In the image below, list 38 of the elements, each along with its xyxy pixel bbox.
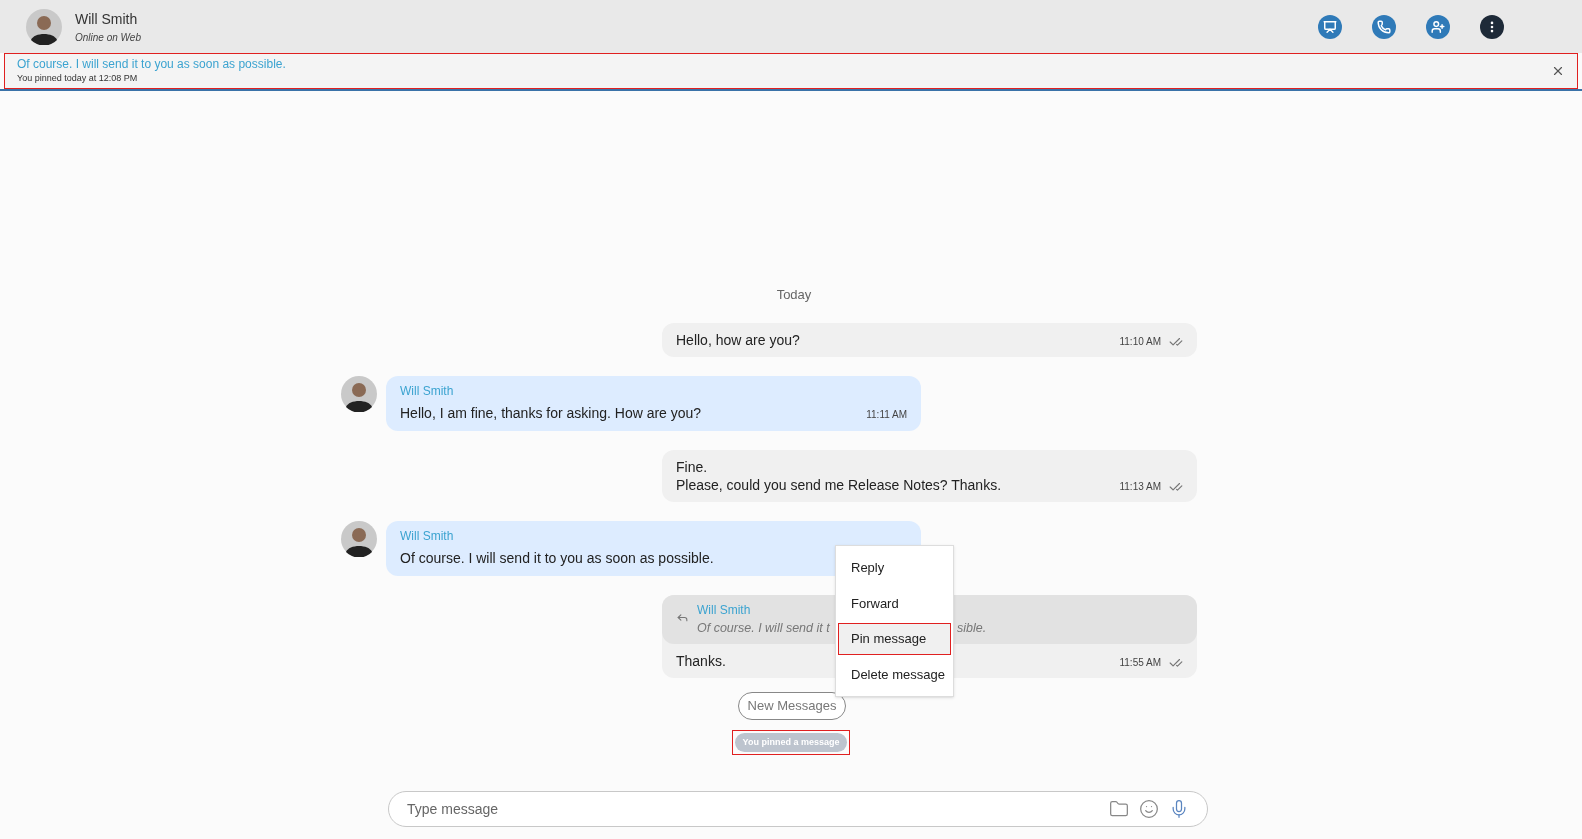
new-messages-button[interactable]: New Messages xyxy=(737,692,847,720)
message-text: Thanks. xyxy=(676,652,726,670)
more-icon[interactable] xyxy=(1480,14,1504,39)
message-input[interactable]: Type message xyxy=(388,791,1208,827)
message-text: Please, could you send me Release Notes? Thanks. xyxy=(676,476,1002,495)
quoted-text: Of course. I will send it t xyxy=(697,620,831,638)
menu-item[interactable]: Reply xyxy=(838,552,951,584)
sender-name: Will Smith xyxy=(400,528,455,546)
close-icon[interactable] xyxy=(1551,64,1565,78)
avatar xyxy=(341,376,377,413)
menu-item[interactable]: Pin message xyxy=(838,623,951,655)
quoted-sender: Will Smith xyxy=(697,602,751,620)
message-field[interactable]: Type message xyxy=(407,798,1109,820)
contact-status: Online on Web xyxy=(75,30,141,45)
smile-icon[interactable] xyxy=(1139,799,1159,819)
message-text: Hello, how are you? xyxy=(676,331,800,350)
avatar xyxy=(26,8,62,45)
message-text: Fine. xyxy=(676,458,709,477)
add-user-icon[interactable] xyxy=(1426,14,1450,39)
message-time: 11:11 AM xyxy=(866,408,907,423)
quoted-text: sible. xyxy=(957,620,987,638)
pinned-text: Of course. I will send it to you as soon as possible. xyxy=(17,57,286,72)
date-separator: Today xyxy=(776,285,812,304)
menu-item[interactable]: Forward xyxy=(838,587,951,620)
sender-name: Will Smith xyxy=(400,383,455,401)
system-notice: You pinned a message xyxy=(734,732,848,752)
message-text: Hello, I am fine, thanks for asking. How are you? xyxy=(400,404,702,423)
folder-icon[interactable] xyxy=(1109,799,1129,819)
menu-item[interactable]: Delete message xyxy=(838,658,951,691)
avatar xyxy=(341,521,377,558)
contact-name: Will Smith xyxy=(75,9,139,29)
message-time: 11:10 AM xyxy=(1119,335,1161,350)
message-time: 11:13 AM xyxy=(1119,480,1161,495)
message-time: 11:55 AM xyxy=(1119,656,1161,670)
pinned-meta: You pinned today at 12:08 PM xyxy=(17,72,139,85)
presentation-icon[interactable] xyxy=(1318,14,1342,39)
message-text: Of course. I will send it to you as soon as possible. xyxy=(400,549,714,568)
phone-icon[interactable] xyxy=(1372,14,1396,39)
